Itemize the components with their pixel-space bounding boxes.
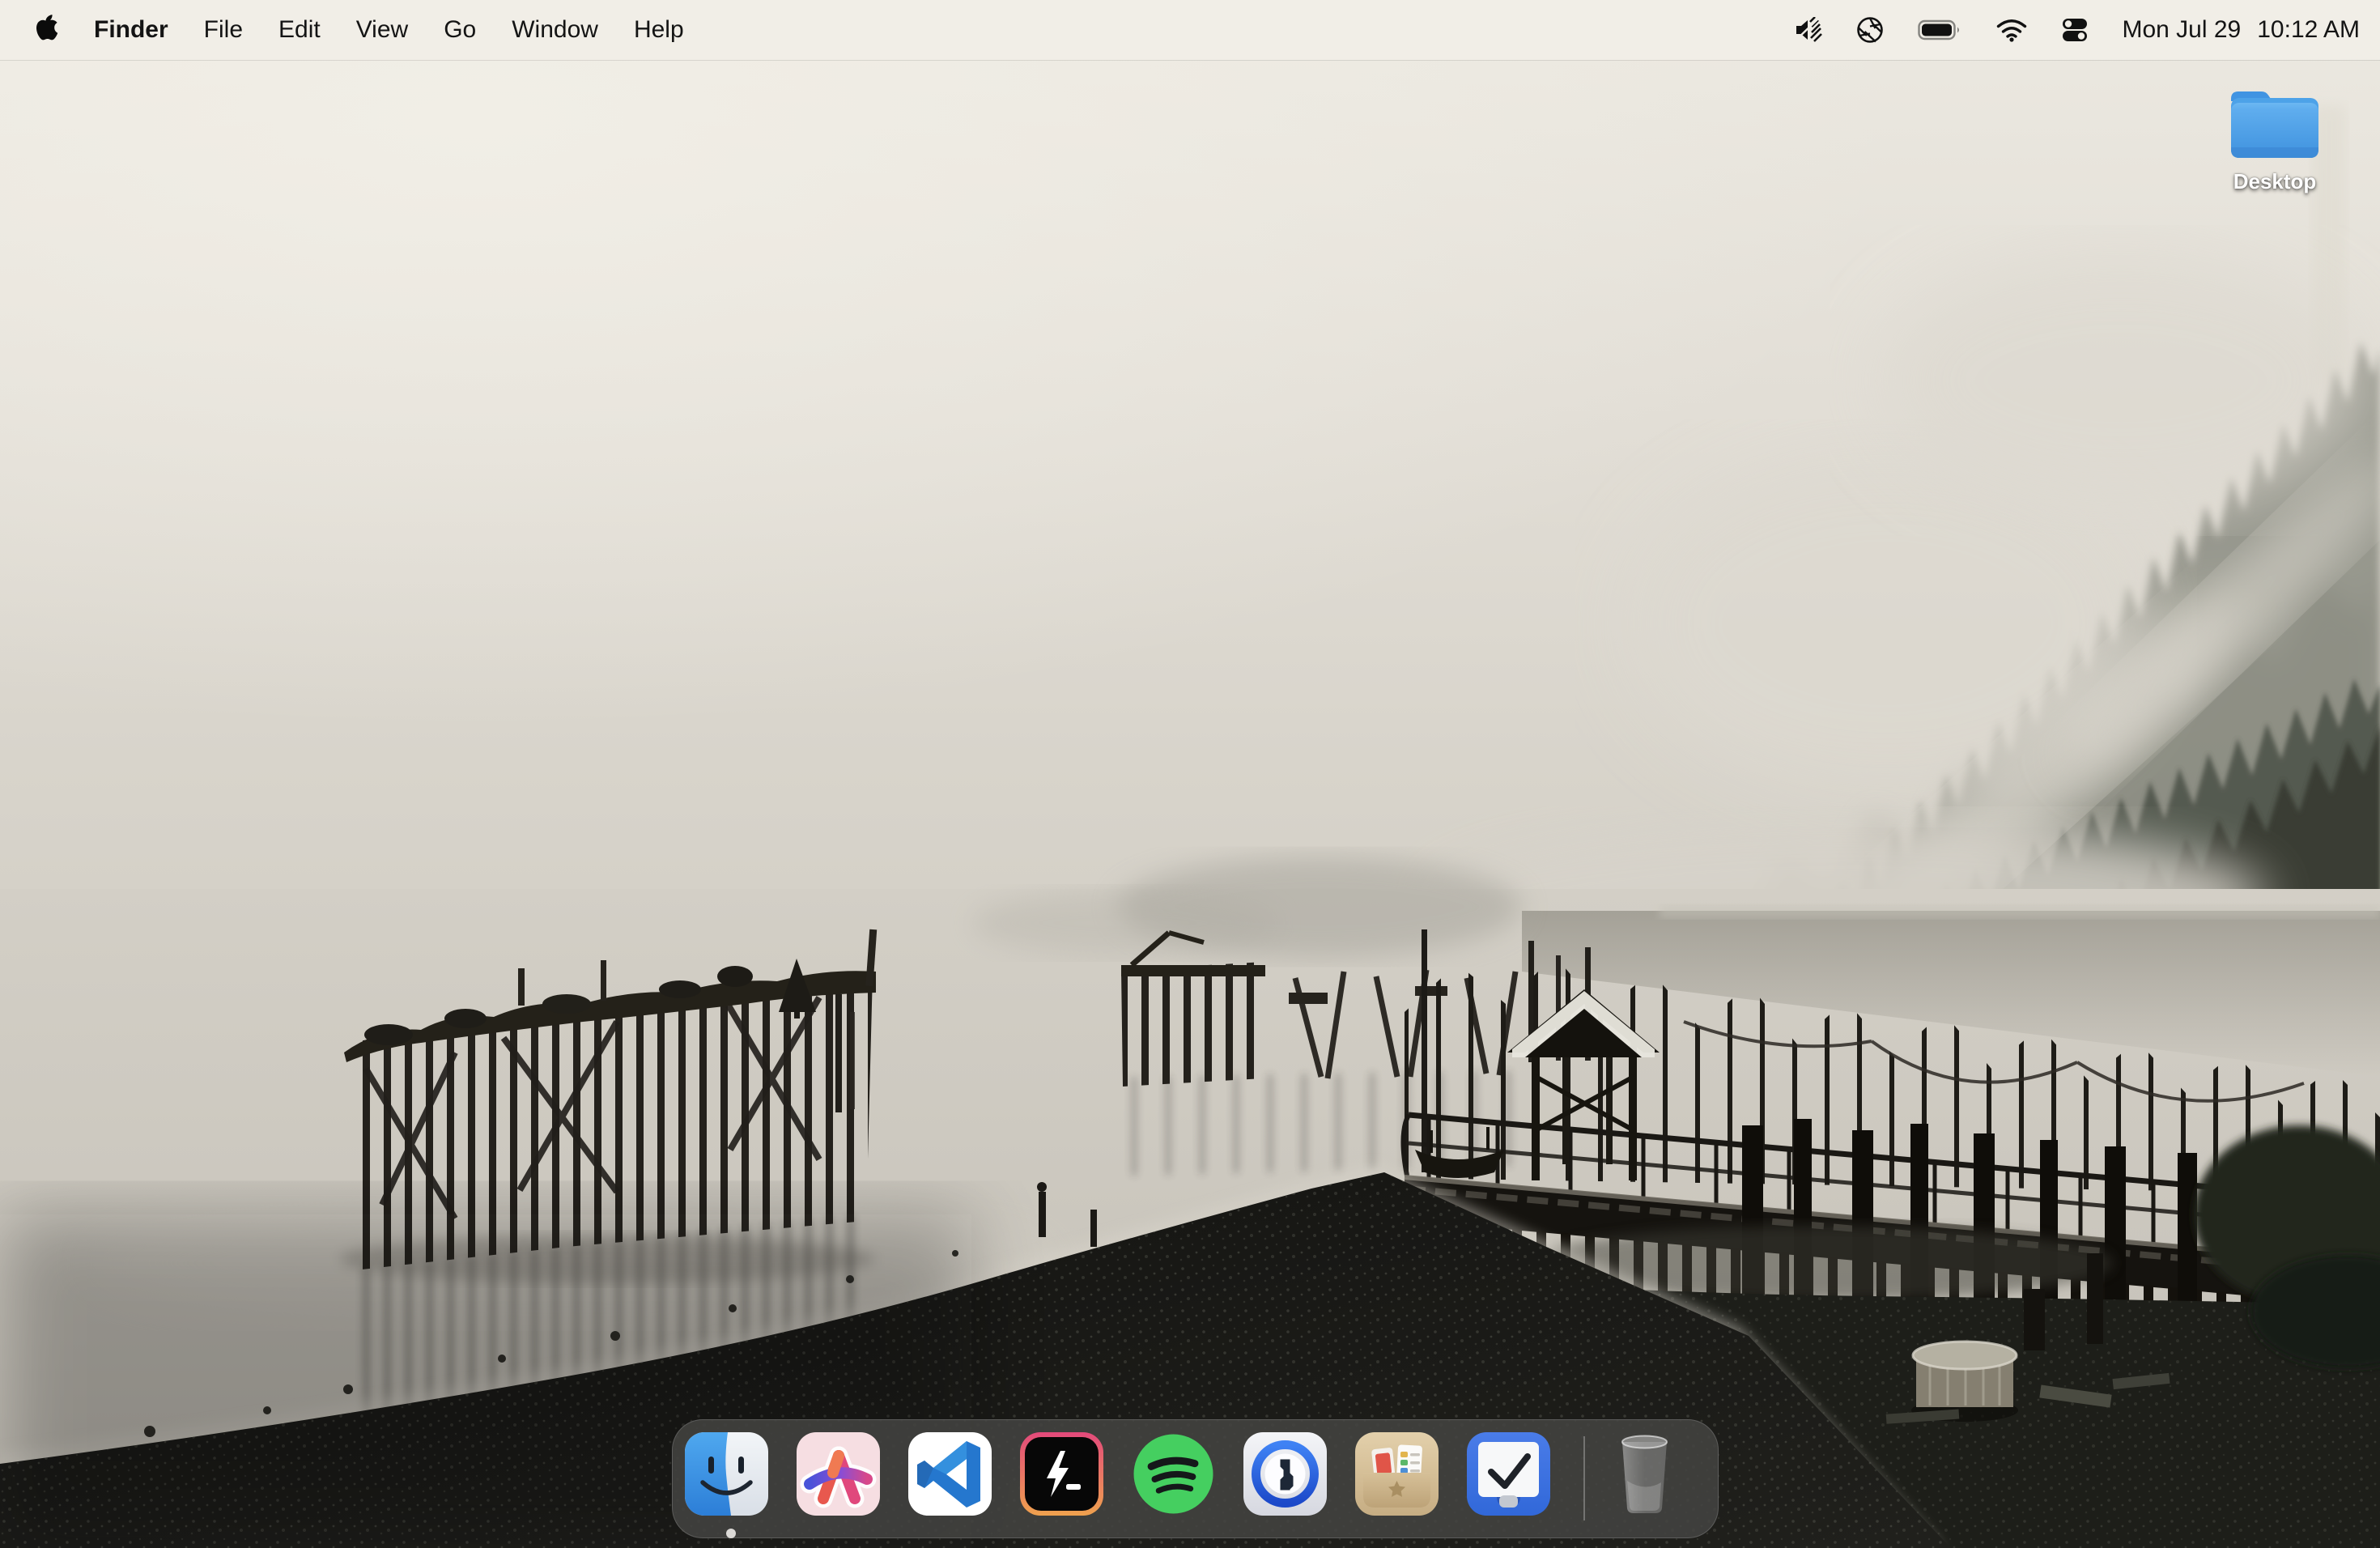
folder-icon	[2225, 78, 2325, 162]
apple-menu[interactable]	[34, 12, 58, 48]
onepassword-app-icon[interactable]	[1243, 1432, 1327, 1516]
dock	[672, 1419, 1719, 1538]
warp-terminal-app-icon[interactable]	[1020, 1432, 1103, 1516]
vscode-app-icon[interactable]	[908, 1432, 992, 1516]
spotify-app-icon[interactable]	[1132, 1432, 1215, 1516]
control-center-icon[interactable]	[2062, 18, 2088, 42]
volume-muted-icon[interactable]	[1793, 17, 1822, 43]
menu-bar-clock[interactable]: Mon Jul 29 10:12 AM	[2122, 16, 2360, 44]
aperture-icon[interactable]	[1856, 16, 1884, 44]
menu-edit[interactable]: Edit	[278, 16, 321, 44]
things-app-icon[interactable]	[1467, 1432, 1550, 1516]
clock-date: Mon Jul 29	[2122, 16, 2241, 44]
menu-view[interactable]: View	[356, 16, 408, 44]
trash-icon[interactable]	[1603, 1432, 1686, 1516]
menu-file[interactable]: File	[204, 16, 243, 44]
finder-app-icon[interactable]	[685, 1432, 768, 1516]
wifi-icon[interactable]	[1995, 18, 2028, 42]
battery-icon[interactable]	[1918, 19, 1961, 41]
apple-icon	[34, 12, 58, 41]
arc-browser-app-icon[interactable]	[797, 1432, 880, 1516]
clock-time: 10:12 AM	[2257, 16, 2360, 44]
desktop-folder-label: Desktop	[2220, 169, 2330, 194]
menu-app-name[interactable]: Finder	[94, 16, 168, 44]
dock-separator	[1583, 1436, 1585, 1520]
finder-running-indicator	[726, 1529, 736, 1538]
desktop-folder-icon[interactable]: Desktop	[2220, 78, 2330, 194]
menu-window[interactable]: Window	[512, 16, 598, 44]
menu-bar: Finder File Edit View Go Window Help	[0, 0, 2380, 60]
menu-go[interactable]: Go	[444, 16, 476, 44]
documents-wallet-app-icon[interactable]	[1355, 1432, 1439, 1516]
desktop-wallpaper	[0, 0, 2380, 1548]
menu-help[interactable]: Help	[634, 16, 684, 44]
